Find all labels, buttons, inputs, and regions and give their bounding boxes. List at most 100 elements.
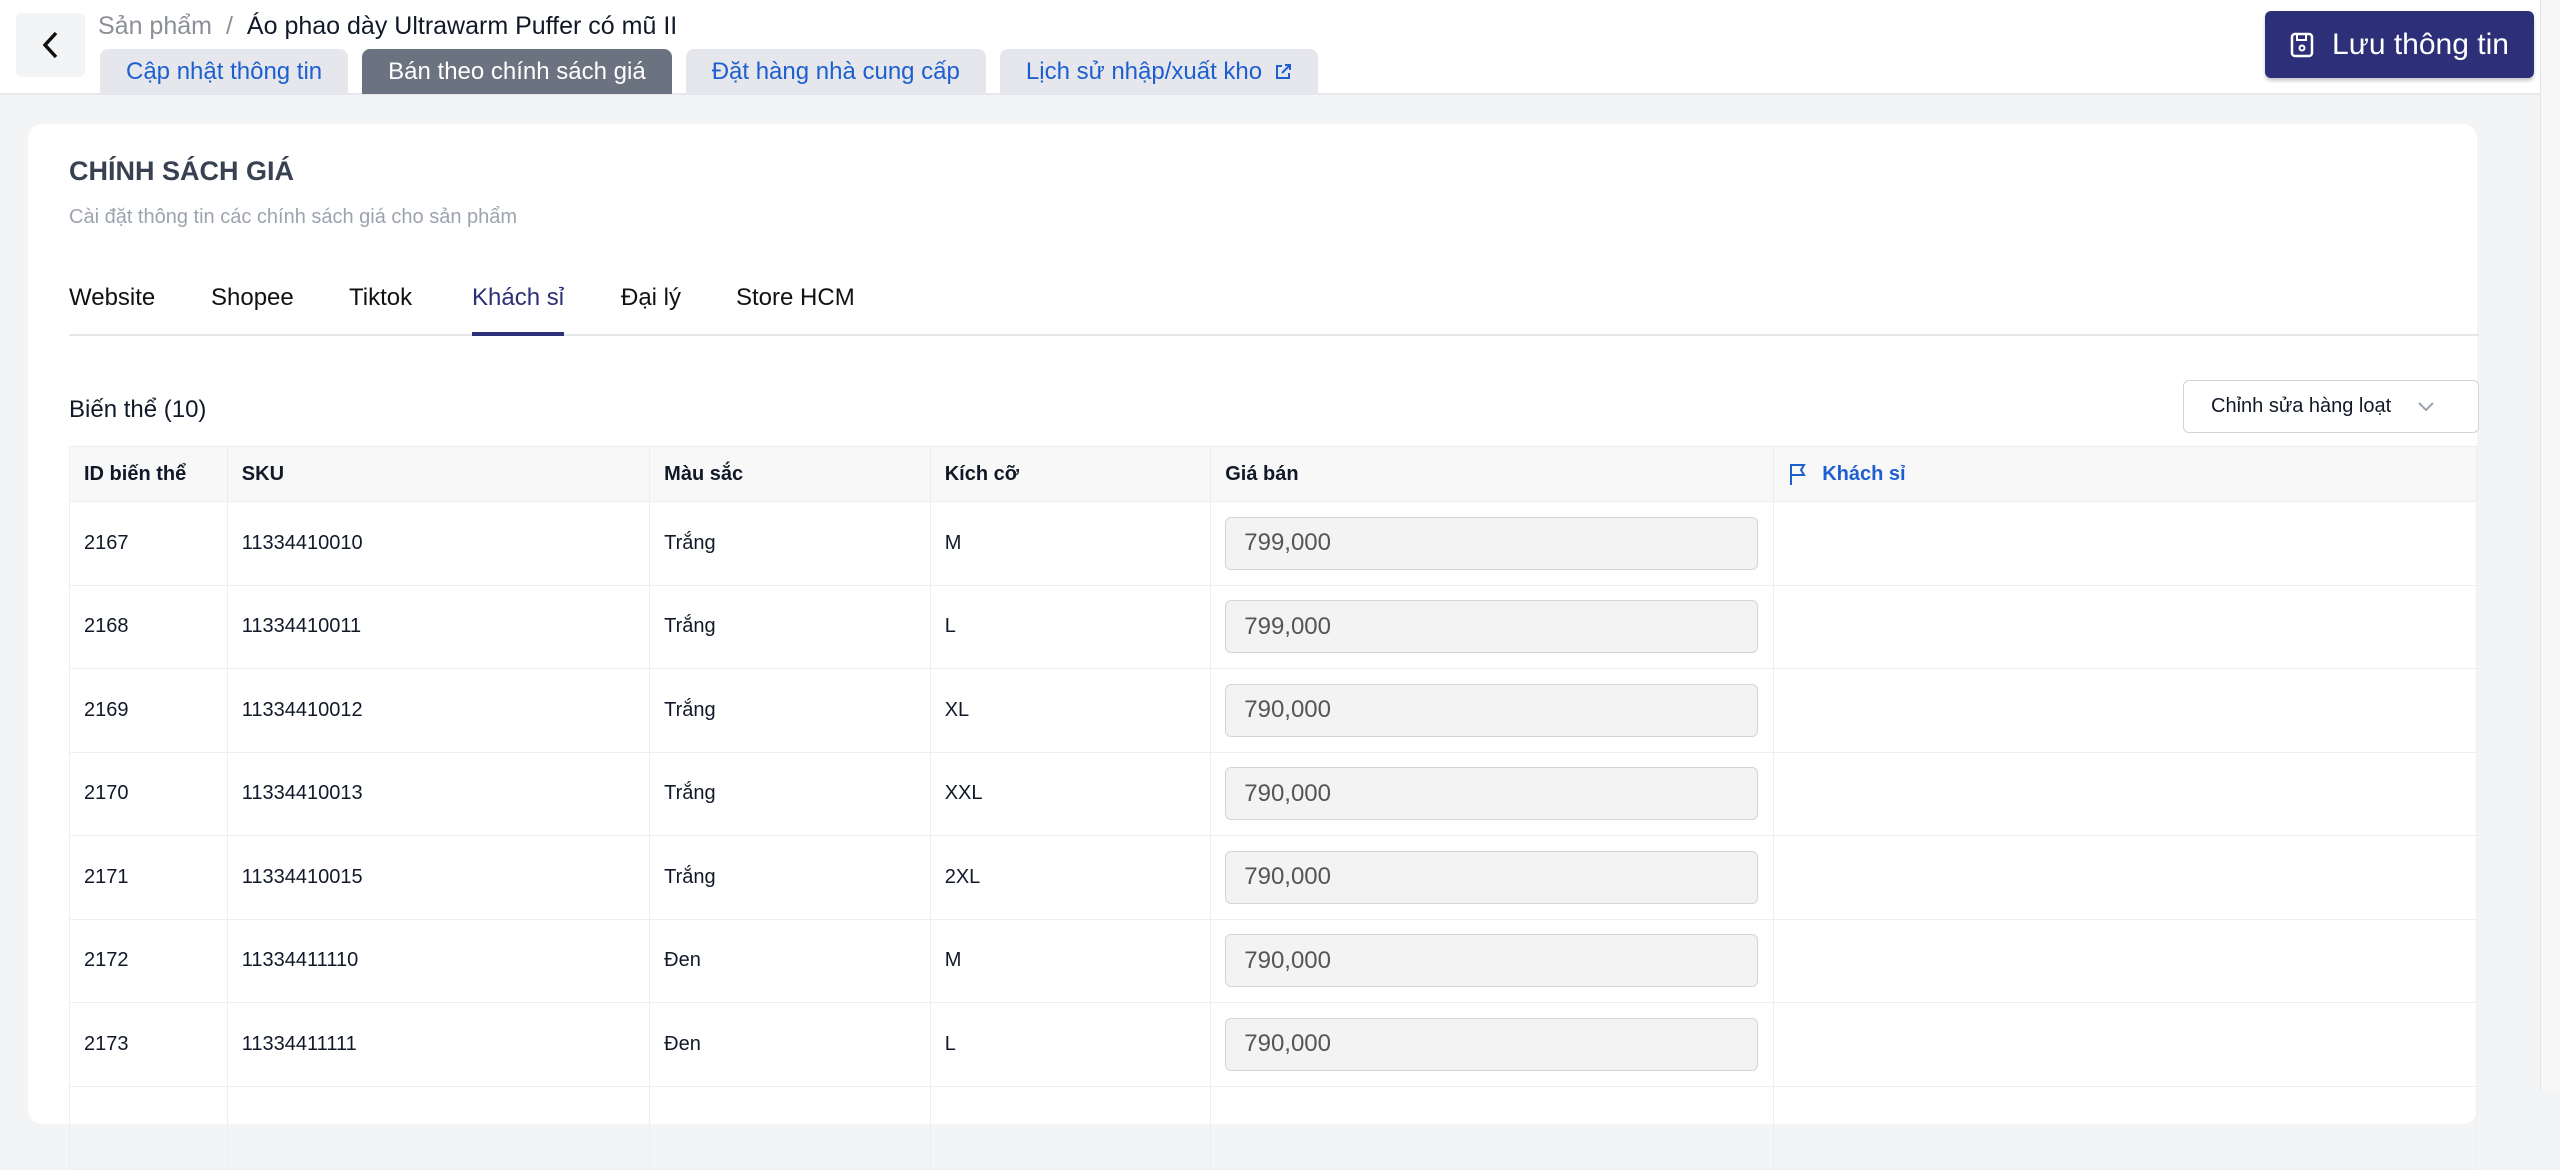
cell-price: 799,000 [1210, 585, 1774, 669]
cell-color: Trắng [649, 668, 931, 753]
cell-size: M [929, 501, 1211, 586]
table-row: 2170 11334410013 Trắng XXL 790,000 [69, 752, 2477, 836]
save-label: Lưu thông tin [2332, 27, 2509, 61]
cell-color: Trắng [649, 585, 931, 669]
cell-price: 790,000 [1210, 752, 1774, 836]
price-policy-card: CHÍNH SÁCH GIÁ Cài đặt thông tin các chí… [28, 124, 2479, 1170]
policy-tab-wholesale[interactable]: Khách sỉ [472, 284, 565, 336]
policy-tabs: Website Shopee Tiktok Khách sỉ Đại lý St… [69, 284, 2479, 336]
tab-stock-history[interactable]: Lịch sử nhập/xuất kho [999, 49, 1319, 94]
cell-color: Trắng [649, 501, 931, 586]
table-row: 2173 11334411111 Đen L 790,000 [69, 1002, 2477, 1087]
cell [649, 1086, 931, 1170]
chevron-down-icon [2418, 401, 2434, 411]
col-price: Giá bán [1210, 446, 1774, 502]
chevron-left-icon [42, 31, 57, 59]
cell-variant-id: 2170 [69, 752, 228, 836]
top-tabs: Cập nhật thông tin Bán theo chính sách g… [100, 49, 1319, 94]
table-row: 2172 11334411110 Đen M 790,000 [69, 919, 2477, 1003]
cell-size: XXL [929, 752, 1211, 836]
cell-variant-id: 2167 [69, 501, 228, 586]
cell-sku: 11334410012 [226, 668, 650, 753]
variants-table: ID biến thể SKU Màu sắc Kích cỡ Giá bán … [69, 446, 2477, 1170]
cell-size: 2XL [929, 835, 1211, 920]
col-sku: SKU [226, 446, 650, 502]
cell-sku: 11334410013 [226, 752, 650, 836]
price-input[interactable]: 790,000 [1225, 683, 1759, 737]
cell-size: XL [929, 668, 1211, 753]
flag-icon [1790, 464, 1806, 485]
policy-tab-website[interactable]: Website [69, 284, 155, 336]
cell-variant-id: 2172 [69, 919, 228, 1003]
cell-wholesale [1773, 752, 2477, 836]
cell-variant-id: 2169 [69, 668, 228, 753]
save-button[interactable]: Lưu thông tin [2265, 11, 2534, 78]
bulk-edit-dropdown[interactable]: Chỉnh sửa hàng loạt [2183, 380, 2479, 433]
scrollbar[interactable] [2540, 0, 2560, 1092]
cell [1210, 1086, 1774, 1170]
price-input[interactable]: 799,000 [1225, 600, 1759, 654]
variants-count: Biến thể (10) [69, 396, 207, 423]
policy-tab-tiktok[interactable]: Tiktok [349, 284, 412, 336]
section-title: CHÍNH SÁCH GIÁ [69, 156, 295, 186]
cell-wholesale [1773, 835, 2477, 920]
policy-tab-shopee[interactable]: Shopee [211, 284, 294, 336]
external-link-icon [1276, 63, 1292, 79]
cell-color: Trắng [649, 835, 931, 920]
table-row: 2167 11334410010 Trắng M 799,000 [69, 501, 2477, 586]
cell-variant-id: 2173 [69, 1002, 228, 1087]
col-variant-id: ID biến thể [69, 446, 228, 502]
back-button[interactable] [16, 13, 85, 77]
tab-price-policy[interactable]: Bán theo chính sách giá [362, 49, 672, 94]
col-wholesale-label: Khách sỉ [1822, 462, 1906, 485]
cell-variant-id: 2168 [69, 585, 228, 669]
price-input[interactable]: 790,000 [1225, 767, 1759, 821]
cell-price: 790,000 [1210, 1002, 1774, 1087]
cell-sku: 11334410015 [226, 835, 650, 920]
tab-stock-history-label: Lịch sử nhập/xuất kho [1025, 57, 1263, 85]
cell-wholesale [1773, 1002, 2477, 1087]
cell-price: 790,000 [1210, 919, 1774, 1003]
cell-price: 790,000 [1210, 835, 1774, 920]
section-subtitle: Cài đặt thông tin các chính sách giá cho… [69, 206, 518, 228]
cell [1773, 1086, 2477, 1170]
col-wholesale: Khách sỉ [1773, 446, 2477, 502]
tab-update-info[interactable]: Cập nhật thông tin [100, 49, 349, 94]
cell-price: 799,000 [1210, 501, 1774, 586]
cell-wholesale [1773, 585, 2477, 669]
policy-tab-store-hcm[interactable]: Store HCM [736, 284, 855, 336]
cell-color: Đen [649, 919, 931, 1003]
bulk-edit-label: Chỉnh sửa hàng loạt [2211, 395, 2392, 417]
cell-sku: 11334410011 [226, 585, 650, 669]
table-row: 2171 11334410015 Trắng 2XL 790,000 [69, 835, 2477, 920]
page-header: Sản phẩm / Áo phao dày Ultrawarm Puffer … [0, 0, 2540, 95]
cell [226, 1086, 650, 1170]
price-input[interactable]: 790,000 [1225, 1017, 1759, 1071]
cell-sku: 11334411110 [226, 919, 650, 1003]
breadcrumb-products-link[interactable]: Sản phẩm [98, 12, 212, 41]
tab-supplier-order[interactable]: Đặt hàng nhà cung cấp [685, 49, 986, 94]
cell-size: L [929, 585, 1211, 669]
cell-variant-id: 2171 [69, 835, 228, 920]
cell-wholesale [1773, 501, 2477, 586]
cell-color: Đen [649, 1002, 931, 1087]
price-input[interactable]: 790,000 [1225, 850, 1759, 904]
table-row: 2169 11334410012 Trắng XL 790,000 [69, 668, 2477, 753]
price-input[interactable]: 790,000 [1225, 934, 1759, 988]
cell-sku: 11334411111 [226, 1002, 650, 1087]
cell-size: L [929, 1002, 1211, 1087]
cell-wholesale [1773, 919, 2477, 1003]
cell [929, 1086, 1211, 1170]
floppy-disk-icon [2290, 32, 2314, 57]
cell [69, 1086, 228, 1170]
table-row: 2168 11334410011 Trắng L 799,000 [69, 585, 2477, 669]
cell-wholesale [1773, 668, 2477, 753]
policy-tab-agency[interactable]: Đại lý [621, 284, 681, 336]
cell-size: M [929, 919, 1211, 1003]
breadcrumb-separator: / [225, 12, 233, 40]
cell-sku: 11334410010 [226, 501, 650, 586]
price-input[interactable]: 799,000 [1225, 516, 1759, 570]
col-color: Màu sắc [649, 446, 931, 502]
cell-color: Trắng [649, 752, 931, 836]
table-row [69, 1086, 2477, 1170]
